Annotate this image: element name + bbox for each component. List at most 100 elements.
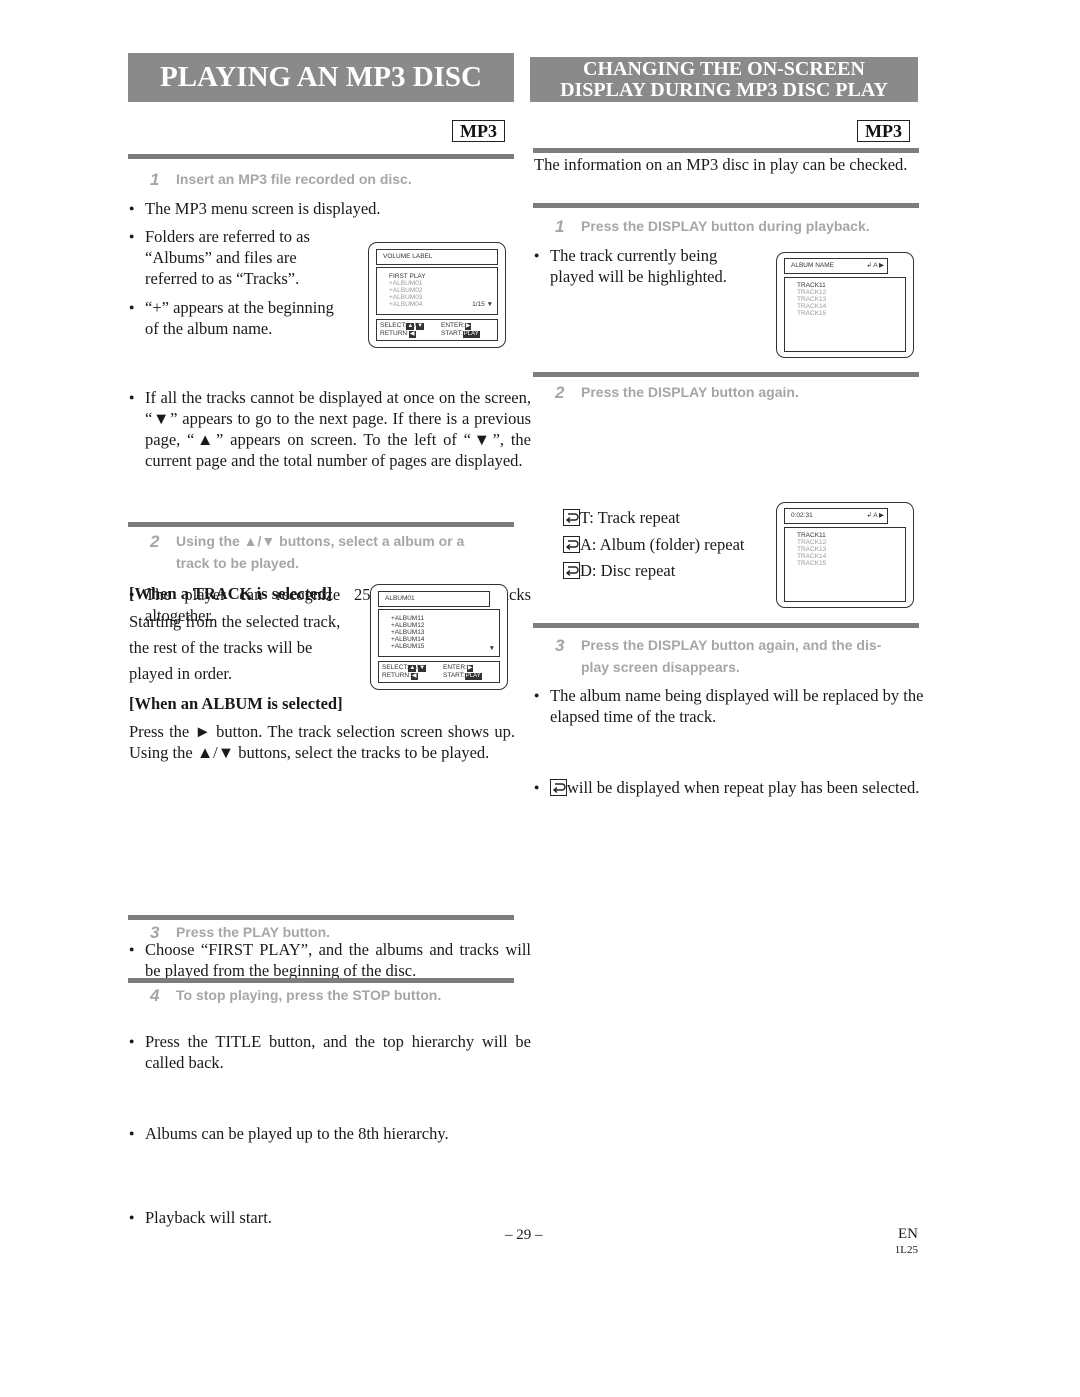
step-2: 2 Press the DISPLAY button again. [555, 382, 925, 404]
step-1: 1 Insert an MP3 file recorded on disc. [150, 169, 520, 191]
step-3: 3 Press the DISPLAY button again, and the… [555, 635, 925, 678]
osd-page-indicator: 1/15 ▼ [472, 301, 493, 308]
bullet-menu-displayed: The MP3 menu screen is displayed. [129, 198, 531, 219]
osd-repeat-status: ↲ A ▶ [866, 512, 884, 519]
album-selected-paragraph: Press the ► button. The track selection … [129, 722, 515, 762]
left-key-icon: ◀ [410, 673, 418, 680]
text-line: Starting from the selected track, [129, 612, 341, 631]
bullet-line: “Albums” and files are [145, 248, 297, 267]
osd-header-box: ALBUM01 [378, 591, 490, 607]
osd-select-label: SELECT: [380, 322, 407, 329]
down-key-icon: ▼ [416, 323, 425, 330]
osd-mp3-menu-screen: VOLUME LABEL FIRST PLAY +ALBUM01 +ALBUM0… [368, 242, 506, 348]
osd-item: +ALBUM15 [391, 643, 425, 650]
step-number: 4 [150, 986, 160, 1005]
step-number: 2 [555, 383, 565, 402]
osd-repeat-status: ↲ A ▶ [866, 262, 884, 269]
repeat-icon [563, 562, 580, 579]
bullet-plus-prefix: “+” appears at the beginning of the albu… [129, 297, 364, 339]
step-4: 4 To stop playing, press the STOP button. [150, 985, 520, 1007]
step-text-cont: play screen disappears. [581, 659, 740, 675]
divider [128, 915, 514, 920]
step-number: 1 [555, 217, 565, 236]
right-key-icon: ▶ [464, 323, 472, 330]
right-key-icon: ▶ [466, 665, 474, 672]
repeat-icon [550, 779, 567, 796]
step-2: 2 Using the ▲/▼ buttons, select a album o… [150, 531, 520, 574]
step-text-cont: track to be played. [176, 555, 299, 571]
step-number: 2 [150, 532, 160, 551]
bullet-line: referred to as “Tracks”. [145, 269, 300, 288]
step-text: Press the DISPLAY button again. [581, 384, 799, 400]
osd-help-box: SELECT:▲/▼ ENTER:▶ RETURN:◀ START:PLAY [376, 319, 498, 341]
bullet-pages: If all the tracks cannot be displayed at… [129, 387, 531, 471]
osd-list-box: FIRST PLAY +ALBUM01 +ALBUM02 +ALBUM03 +A… [376, 267, 498, 315]
language-code: EN [898, 1226, 918, 1242]
osd-track-list: TRACK11 TRACK12 TRACK13 TRACK14 TRACK15 [784, 277, 906, 352]
osd-album-label: ALBUM01 [385, 595, 415, 602]
bullet-line: “+” appears at the beginning [129, 297, 364, 318]
step-number: 3 [555, 636, 565, 655]
osd-elapsed-time: 0:02:31 [791, 512, 813, 519]
osd-item: +ALBUM04 [389, 301, 423, 308]
bullet-line: played will be highlighted. [550, 267, 727, 286]
osd-track: TRACK15 [797, 310, 827, 317]
step-text: To stop playing, press the STOP button. [176, 987, 442, 1003]
intro-text: The information on an MP3 disc in play c… [534, 155, 908, 174]
step-text: Press the DISPLAY button during playback… [581, 218, 870, 234]
bullet-first-play: Choose “FIRST PLAY”, and the albums and … [129, 939, 531, 981]
bullet-folders: Folders are referred to as “Albums” and … [129, 226, 364, 289]
osd-volume-label: VOLUME LABEL [383, 253, 433, 260]
bullet-title-button: Press the TITLE button, and the top hier… [129, 1031, 531, 1073]
osd-enter-label: ENTER: [441, 322, 465, 329]
divider [128, 154, 514, 159]
repeat-mode-label: D: Disc repeat [580, 561, 676, 580]
osd-track: TRACK15 [797, 560, 827, 567]
step-number: 3 [150, 923, 160, 942]
osd-album-name-screen: ALBUM NAME ↲ A ▶ TRACK11 TRACK12 TRACK13… [776, 252, 914, 358]
divider [128, 522, 514, 527]
title-line: CHANGING THE ON-SCREEN [583, 58, 865, 80]
step-3: 3 Press the PLAY button. [150, 922, 520, 944]
section-title-playing-mp3: PLAYING AN MP3 DISC [128, 53, 514, 102]
repeat-mode-disc: D: Disc repeat [563, 558, 744, 585]
section-title-changing-display: CHANGING THE ON-SCREEN DISPLAY DURING MP… [530, 57, 918, 102]
left-key-icon: ◀ [408, 331, 416, 338]
bullet-line: The track currently being [534, 245, 764, 266]
down-key-icon: ▼ [418, 665, 427, 672]
step-text: Press the DISPLAY button again, and the … [581, 637, 882, 653]
osd-header-box: VOLUME LABEL [376, 249, 498, 265]
repeat-mode-label: A: Album (folder) repeat [580, 534, 745, 554]
osd-next-page-icon: ▼ [488, 645, 495, 652]
repeat-icon [563, 509, 580, 526]
osd-help-box: SELECT:▲/▼ ENTER:▶ RETURN:◀ START:PLAY [378, 661, 500, 683]
heading-track-selected: [When a TRACK is selected] [129, 584, 333, 603]
divider [533, 148, 919, 153]
osd-start-label: START: [443, 672, 465, 679]
play-key-icon: PLAY [464, 673, 482, 680]
divider [533, 203, 919, 208]
repeat-mode-label: T: Track repeat [580, 508, 680, 527]
osd-album-track-screen: ALBUM01 +ALBUM11 +ALBUM12 +ALBUM13 +ALBU… [370, 584, 508, 690]
osd-select-label: SELECT: [382, 664, 409, 671]
osd-enter-label: ENTER: [443, 664, 467, 671]
bullet-playback-start: Playback will start. [129, 1207, 531, 1228]
title-line: DISPLAY DURING MP3 DISC PLAY [560, 79, 888, 101]
osd-return-label: RETURN: [380, 330, 409, 337]
repeat-mode-list: T: Track repeat A: Album (folder) repeat… [563, 505, 744, 585]
mp3-badge: MP3 [857, 120, 910, 142]
repeat-description: will be displayed when repeat play has b… [567, 778, 920, 797]
bullet-8th-hierarchy: Albums can be played up to the 8th hiera… [129, 1123, 531, 1144]
repeat-mode-track: T: Track repeat [563, 505, 744, 532]
bullet-repeat-icon: will be displayed when repeat play has b… [534, 777, 935, 798]
osd-track-list: TRACK11 TRACK12 TRACK13 TRACK14 TRACK15 [784, 527, 906, 602]
osd-header-box: ALBUM NAME ↲ A ▶ [784, 258, 888, 274]
model-code: 1L25 [894, 1244, 918, 1256]
divider [533, 372, 919, 377]
track-selected-text: Starting from the selected track, the re… [129, 609, 369, 687]
step-text: Using the ▲/▼ buttons, select a album or… [176, 533, 465, 549]
step-text: Insert an MP3 file recorded on disc. [176, 171, 412, 187]
step-text: Press the PLAY button. [176, 924, 331, 940]
bullet-line: Folders are referred to as [129, 226, 364, 247]
up-key-icon: ▲ [408, 665, 417, 672]
